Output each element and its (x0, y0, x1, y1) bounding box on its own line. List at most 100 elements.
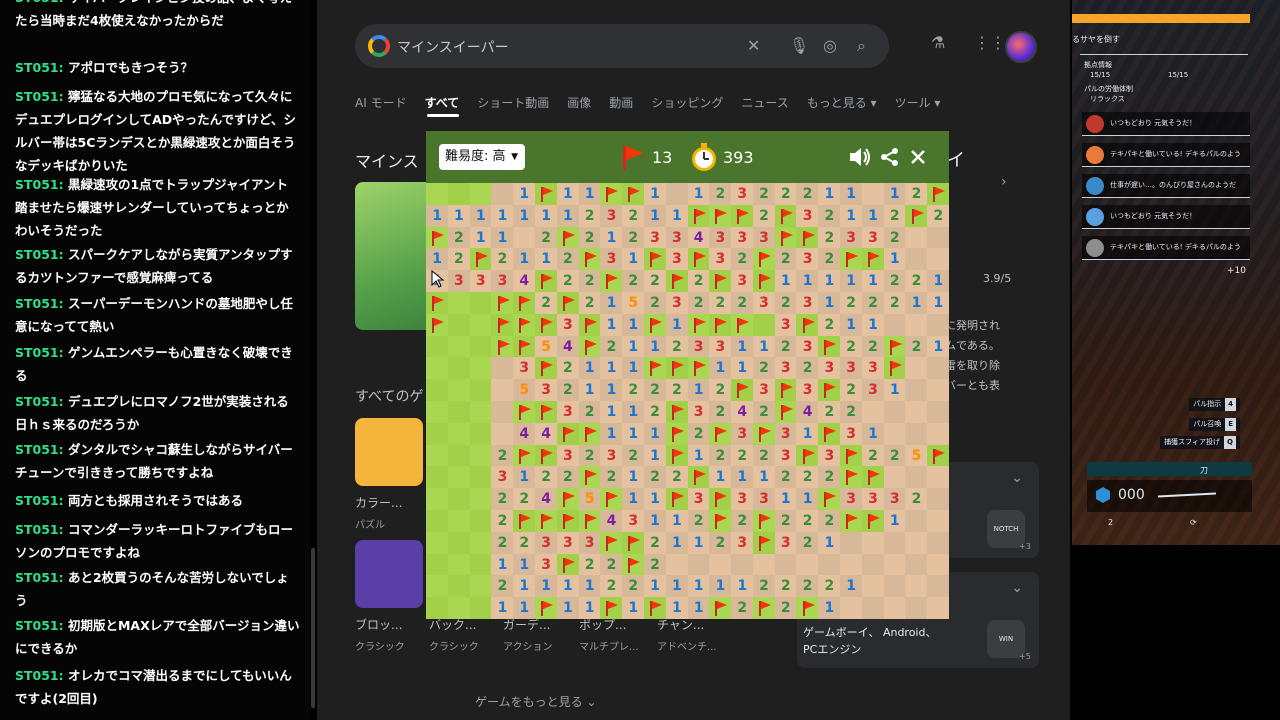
flagged-cell[interactable] (840, 444, 863, 467)
revealed-cell[interactable]: 2 (774, 292, 797, 315)
revealed-cell[interactable]: 1 (883, 248, 906, 271)
search-box[interactable]: マインスイーパー ✕ 🎙 ◎ ⌕ (355, 24, 889, 68)
revealed-cell[interactable]: 2 (643, 466, 667, 489)
revealed-cell[interactable]: 2 (556, 270, 580, 293)
revealed-cell[interactable] (905, 313, 928, 337)
revealed-cell[interactable]: 4 (513, 270, 536, 293)
covered-cell[interactable] (469, 183, 492, 206)
revealed-cell[interactable]: 2 (556, 379, 580, 402)
revealed-cell[interactable] (927, 510, 950, 533)
revealed-cell[interactable]: 2 (709, 379, 732, 402)
revealed-cell[interactable]: 2 (687, 422, 710, 446)
revealed-cell[interactable]: 1 (796, 488, 819, 511)
revealed-cell[interactable]: 1 (665, 575, 688, 598)
covered-cell[interactable] (469, 488, 492, 511)
flagged-cell[interactable] (840, 466, 863, 489)
revealed-cell[interactable]: 1 (513, 204, 536, 228)
revealed-cell[interactable] (927, 313, 950, 337)
revealed-cell[interactable]: 3 (665, 226, 688, 249)
flagged-cell[interactable] (818, 422, 841, 446)
revealed-cell[interactable]: 2 (709, 444, 732, 467)
revealed-cell[interactable]: 2 (731, 444, 754, 467)
flagged-cell[interactable] (687, 466, 710, 489)
revealed-cell[interactable]: 3 (600, 248, 623, 271)
revealed-cell[interactable]: 1 (927, 292, 950, 315)
revealed-cell[interactable]: 3 (534, 531, 558, 555)
flagged-cell[interactable] (665, 444, 688, 467)
revealed-cell[interactable]: 2 (491, 575, 514, 598)
revealed-cell[interactable] (731, 553, 754, 576)
flagged-cell[interactable] (883, 357, 906, 380)
covered-cell[interactable] (447, 357, 471, 380)
revealed-cell[interactable]: 1 (622, 357, 645, 380)
revealed-cell[interactable]: 1 (600, 313, 623, 337)
covered-cell[interactable] (426, 357, 449, 380)
revealed-cell[interactable]: 1 (578, 379, 601, 402)
revealed-cell[interactable]: 2 (687, 510, 710, 533)
flagged-cell[interactable] (687, 313, 710, 337)
revealed-cell[interactable]: 1 (600, 379, 623, 402)
flagged-cell[interactable] (687, 248, 710, 271)
revealed-cell[interactable]: 1 (665, 313, 688, 337)
revealed-cell[interactable]: 1 (578, 597, 601, 620)
flagged-cell[interactable] (622, 531, 645, 555)
covered-cell[interactable] (469, 510, 492, 533)
search-icon[interactable]: ⌕ (857, 36, 866, 56)
revealed-cell[interactable]: 4 (687, 226, 710, 249)
revealed-cell[interactable]: 1 (578, 575, 601, 598)
flagged-cell[interactable] (578, 313, 601, 337)
revealed-cell[interactable]: 3 (687, 401, 710, 424)
flagged-cell[interactable] (513, 292, 536, 315)
revealed-cell[interactable]: 2 (861, 444, 885, 467)
revealed-cell[interactable]: 1 (622, 597, 645, 620)
revealed-cell[interactable]: 3 (447, 270, 471, 293)
revealed-cell[interactable]: 1 (643, 183, 667, 206)
covered-cell[interactable] (469, 444, 492, 467)
revealed-cell[interactable]: 1 (883, 379, 906, 402)
revealed-cell[interactable]: 2 (818, 313, 841, 337)
covered-cell[interactable] (469, 597, 492, 620)
revealed-cell[interactable]: 2 (883, 292, 906, 315)
flagged-cell[interactable] (643, 248, 667, 271)
tab-2[interactable]: ショート動画 (477, 94, 549, 111)
revealed-cell[interactable] (883, 531, 906, 555)
revealed-cell[interactable] (883, 553, 906, 576)
revealed-cell[interactable]: 2 (883, 204, 906, 228)
revealed-cell[interactable] (905, 575, 928, 598)
revealed-cell[interactable]: 3 (752, 488, 776, 511)
flagged-cell[interactable] (600, 531, 623, 555)
revealed-cell[interactable]: 2 (840, 292, 863, 315)
flagged-cell[interactable] (578, 466, 601, 489)
flagged-cell[interactable] (622, 183, 645, 206)
revealed-cell[interactable]: 2 (513, 488, 536, 511)
revealed-cell[interactable] (905, 510, 928, 533)
revealed-cell[interactable]: 3 (818, 444, 841, 467)
revealed-cell[interactable]: 2 (861, 292, 885, 315)
apps-grid-icon[interactable]: ⋮⋮ (974, 33, 1006, 52)
revealed-cell[interactable]: 1 (643, 575, 667, 598)
flagged-cell[interactable] (731, 379, 754, 402)
revealed-cell[interactable]: 2 (665, 466, 688, 489)
revealed-cell[interactable]: 1 (622, 401, 645, 424)
revealed-cell[interactable]: 1 (665, 597, 688, 620)
more-games-link[interactable]: ゲームをもっと見る ⌄ (475, 693, 597, 710)
covered-cell[interactable] (447, 488, 471, 511)
revealed-cell[interactable]: 1 (774, 488, 797, 511)
revealed-cell[interactable]: 1 (534, 204, 558, 228)
revealed-cell[interactable]: 3 (774, 422, 797, 446)
revealed-cell[interactable]: 2 (709, 183, 732, 206)
covered-cell[interactable] (447, 292, 471, 315)
flagged-cell[interactable] (491, 335, 514, 358)
revealed-cell[interactable] (905, 422, 928, 446)
revealed-cell[interactable]: 1 (600, 292, 623, 315)
revealed-cell[interactable] (905, 553, 928, 576)
share-icon[interactable] (880, 147, 900, 167)
revealed-cell[interactable]: 1 (622, 422, 645, 446)
flagged-cell[interactable] (513, 313, 536, 337)
revealed-cell[interactable]: 3 (752, 379, 776, 402)
revealed-cell[interactable]: 4 (731, 401, 754, 424)
flagged-cell[interactable] (687, 357, 710, 380)
revealed-cell[interactable]: 1 (665, 510, 688, 533)
revealed-cell[interactable] (883, 422, 906, 446)
revealed-cell[interactable] (840, 531, 863, 555)
